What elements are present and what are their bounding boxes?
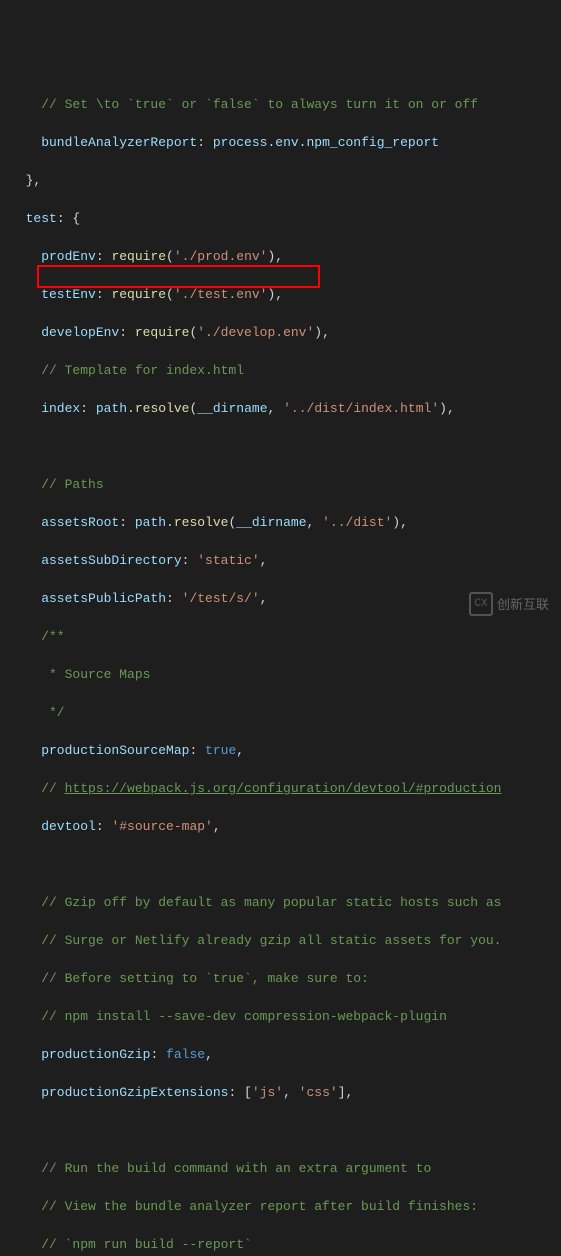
code-line: productionSourceMap: true, bbox=[10, 741, 551, 760]
code-line: // Paths bbox=[10, 475, 551, 494]
code-line: productionGzip: false, bbox=[10, 1045, 551, 1064]
code-line: prodEnv: require('./prod.env'), bbox=[10, 247, 551, 266]
code-line: productionGzipExtensions: ['js', 'css'], bbox=[10, 1083, 551, 1102]
code-line: * Source Maps bbox=[10, 665, 551, 684]
code-editor[interactable]: // Set \to `true` or `false` to always t… bbox=[0, 76, 561, 1256]
watermark-icon: CX bbox=[469, 592, 493, 616]
code-line: // npm install --save-dev compression-we… bbox=[10, 1007, 551, 1026]
code-line: index: path.resolve(__dirname, '../dist/… bbox=[10, 399, 551, 418]
code-line: /** bbox=[10, 627, 551, 646]
watermark-text: 创新互联 bbox=[497, 595, 549, 614]
code-line bbox=[10, 1121, 551, 1140]
code-line: // `npm run build --report` bbox=[10, 1235, 551, 1254]
code-line: assetsRoot: path.resolve(__dirname, '../… bbox=[10, 513, 551, 532]
code-line: */ bbox=[10, 703, 551, 722]
code-line: // https://webpack.js.org/configuration/… bbox=[10, 779, 551, 798]
code-line: // Surge or Netlify already gzip all sta… bbox=[10, 931, 551, 950]
code-line bbox=[10, 437, 551, 456]
code-line: }, bbox=[10, 171, 551, 190]
watermark: CX 创新互联 bbox=[469, 592, 549, 616]
code-line: // View the bundle analyzer report after… bbox=[10, 1197, 551, 1216]
code-line: bundleAnalyzerReport: process.env.npm_co… bbox=[10, 133, 551, 152]
code-line bbox=[10, 855, 551, 874]
code-line: // Gzip off by default as many popular s… bbox=[10, 893, 551, 912]
code-line: // Set \to `true` or `false` to always t… bbox=[10, 95, 551, 114]
code-line: assetsSubDirectory: 'static', bbox=[10, 551, 551, 570]
code-line: // Run the build command with an extra a… bbox=[10, 1159, 551, 1178]
code-line: // Before setting to `true`, make sure t… bbox=[10, 969, 551, 988]
code-line: test: { bbox=[10, 209, 551, 228]
code-line: developEnv: require('./develop.env'), bbox=[10, 323, 551, 342]
code-line: // Template for index.html bbox=[10, 361, 551, 380]
code-line: devtool: '#source-map', bbox=[10, 817, 551, 836]
code-line: testEnv: require('./test.env'), bbox=[10, 285, 551, 304]
